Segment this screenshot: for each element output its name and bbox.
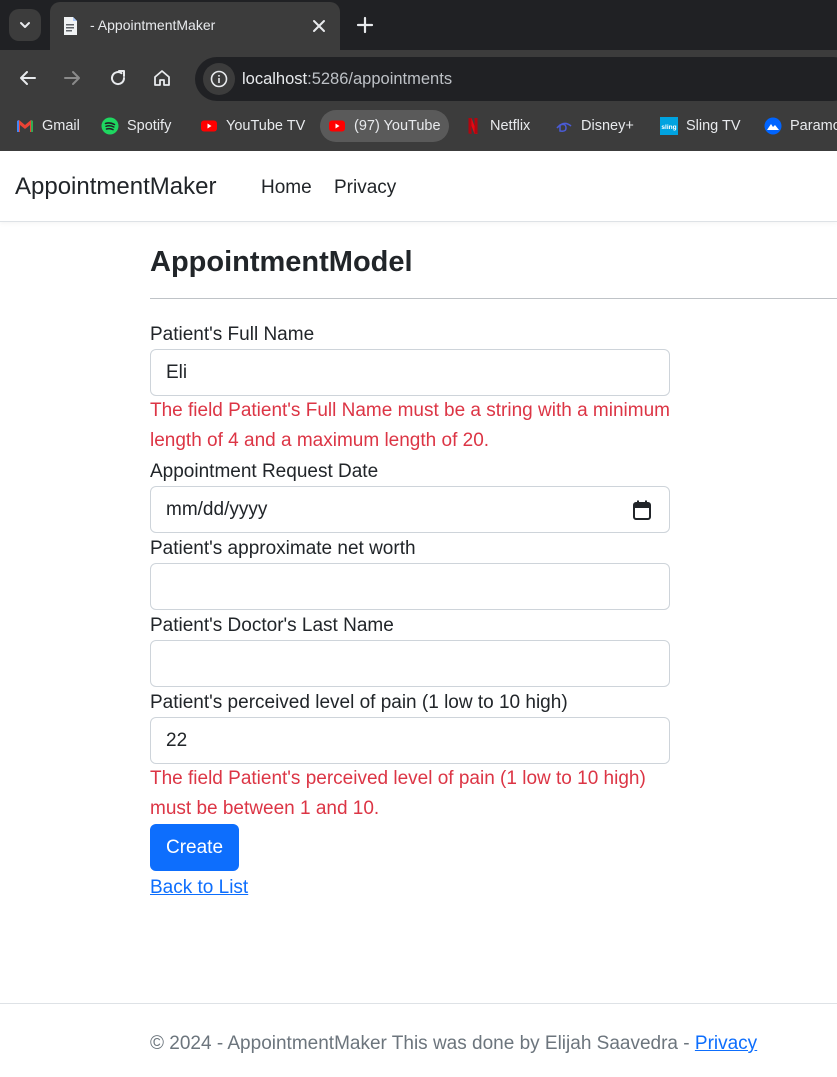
bookmark-disney[interactable]: Disney+ — [547, 110, 642, 142]
browser-tab[interactable]: - AppointmentMaker — [50, 2, 340, 50]
divider — [150, 298, 837, 299]
web-page: AppointmentMaker Home Privacy Appointmen… — [0, 151, 837, 1077]
bookmark-label: Sling TV — [686, 118, 741, 134]
bookmark-gmail[interactable]: Gmail — [8, 110, 88, 142]
forward-button[interactable] — [60, 66, 84, 90]
bookmark-youtube[interactable]: (97) YouTube — [320, 110, 449, 142]
back-to-list-link[interactable]: Back to List — [150, 876, 248, 900]
pain-level-input[interactable]: 22 — [150, 717, 670, 764]
full-name-value: Eli — [166, 362, 188, 383]
tab-title: - AppointmentMaker — [90, 17, 216, 33]
net-worth-input[interactable] — [150, 563, 670, 610]
request-date-input[interactable]: mm/dd/yyyy — [150, 486, 670, 533]
youtube-tv-icon — [201, 120, 217, 132]
reload-button[interactable] — [106, 66, 130, 90]
bookmarks-bar: Gmail Spotify YouTube TV (97) YouTube Ne… — [0, 106, 837, 151]
spotify-icon — [101, 117, 119, 135]
browser-chrome: - AppointmentMaker localhost:5286/appoin… — [0, 0, 837, 151]
paramount-icon — [764, 117, 782, 135]
gmail-icon — [17, 120, 33, 132]
netflix-icon — [468, 118, 478, 134]
browser-toolbar: localhost:5286/appointments — [0, 50, 837, 106]
pain-level-error: The field Patient's perceived level of p… — [150, 768, 646, 819]
pain-level-label: Patient's perceived level of pain (1 low… — [150, 692, 568, 713]
bookmark-label: Netflix — [490, 118, 531, 134]
net-worth-label: Patient's approximate net worth — [150, 538, 416, 559]
url-host: localhost — [242, 70, 308, 88]
bookmark-label: Disney+ — [581, 118, 634, 134]
youtube-icon — [329, 120, 345, 132]
home-button[interactable] — [150, 66, 174, 90]
request-date-label: Appointment Request Date — [150, 461, 379, 482]
full-name-input[interactable]: Eli — [150, 349, 670, 396]
arrow-right-icon — [64, 71, 80, 85]
full-name-error: The field Patient's Full Name must be a … — [150, 400, 670, 451]
bookmark-label: (97) YouTube — [354, 118, 441, 134]
nav-link-privacy[interactable]: Privacy — [334, 176, 396, 200]
close-icon[interactable] — [310, 17, 328, 35]
calendar-icon[interactable] — [633, 500, 651, 520]
pain-level-value: 22 — [166, 730, 188, 751]
bookmark-spotify[interactable]: Spotify — [93, 110, 179, 142]
back-button[interactable] — [16, 66, 40, 90]
plus-icon[interactable] — [355, 15, 375, 35]
reload-icon — [111, 70, 126, 86]
info-icon — [210, 70, 228, 88]
document-icon — [64, 17, 77, 35]
navbar: AppointmentMaker Home Privacy — [0, 151, 837, 222]
home-icon — [154, 70, 170, 86]
url-path: :5286/appointments — [307, 70, 453, 88]
navbar-brand[interactable]: AppointmentMaker — [15, 173, 216, 201]
tab-strip: - AppointmentMaker — [0, 0, 837, 50]
footer-privacy-link[interactable]: Privacy — [695, 1033, 757, 1054]
chevron-down-icon — [20, 22, 30, 28]
bookmark-paramount[interactable]: Paramo — [756, 110, 837, 142]
doctor-last-name-label: Patient's Doctor's Last Name — [150, 615, 394, 636]
bookmark-label: YouTube TV — [226, 118, 306, 134]
footer: © 2024 - AppointmentMaker This was done … — [0, 1003, 837, 1077]
nav-link-home[interactable]: Home — [261, 176, 312, 200]
request-date-placeholder: mm/dd/yyyy — [166, 499, 268, 520]
site-info-button[interactable] — [203, 63, 235, 95]
tab-search-button[interactable] — [9, 9, 41, 41]
disney-icon — [556, 122, 572, 132]
sling-icon: sling — [660, 117, 678, 135]
footer-text: © 2024 - AppointmentMaker This was done … — [150, 1032, 757, 1056]
url-text[interactable]: localhost:5286/appointments — [242, 69, 452, 89]
bookmark-sling[interactable]: sling Sling TV — [652, 110, 749, 142]
full-name-label: Patient's Full Name — [150, 324, 315, 345]
bookmark-label: Paramo — [790, 118, 837, 134]
bookmark-label: Spotify — [127, 118, 172, 134]
bookmark-youtube-tv[interactable]: YouTube TV — [192, 110, 313, 142]
page-title: AppointmentModel — [150, 246, 413, 278]
bookmark-netflix[interactable]: Netflix — [456, 110, 538, 142]
arrow-left-icon — [20, 71, 36, 85]
address-bar[interactable]: localhost:5286/appointments — [195, 57, 837, 101]
svg-text:sling: sling — [661, 124, 676, 131]
bookmark-label: Gmail — [42, 118, 80, 134]
footer-copyright: © 2024 - AppointmentMaker This was done … — [150, 1033, 695, 1054]
doctor-last-name-input[interactable] — [150, 640, 670, 687]
create-button[interactable]: Create — [150, 824, 239, 871]
